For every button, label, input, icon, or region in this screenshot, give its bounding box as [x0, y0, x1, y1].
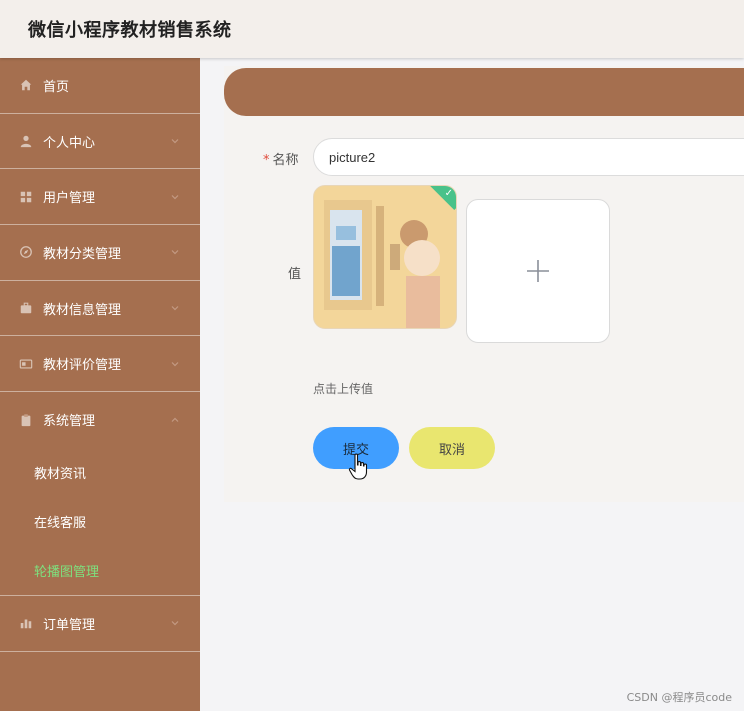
sidebar-item-label: 教材评价管理 — [43, 358, 122, 374]
sidebar-item-label: 系统管理 — [43, 414, 96, 430]
sidebar-item-label: 用户管理 — [43, 191, 96, 207]
sidebar-item-label: 教材信息管理 — [43, 302, 122, 318]
uploaded-image — [314, 186, 456, 328]
sidebar-item-user-management[interactable]: 用户管理 — [0, 169, 200, 226]
hand-cursor-icon — [348, 453, 368, 480]
compass-icon — [18, 244, 34, 260]
home-icon — [18, 77, 34, 93]
sidebar-item-order-management[interactable]: 订单管理 — [0, 596, 200, 652]
briefcase-icon — [18, 300, 34, 316]
check-icon: ✓ — [444, 188, 453, 199]
upload-tip: 点击上传值 — [313, 382, 374, 396]
sidebar-item-textbook-info[interactable]: 教材信息管理 — [0, 281, 200, 337]
chevron-down-icon — [171, 139, 179, 144]
sidebar-subitem-online-service[interactable]: 在线客服 — [0, 497, 200, 546]
name-label: * 名称 — [263, 149, 299, 168]
sidebar-item-label: 教材分类管理 — [43, 246, 122, 262]
sidebar-item-review-management[interactable]: 教材评价管理 — [0, 336, 200, 393]
sidebar-item-label: 个人中心 — [43, 135, 96, 151]
value-label: 值 — [288, 267, 302, 282]
sidebar-item-system-management[interactable]: 系统管理 — [0, 392, 200, 448]
watermark: CSDN @程序员code — [626, 691, 732, 704]
main-content: *名称 值 ✓ 点击上传值 提交 取消 CSDN @程序员code — [200, 58, 744, 711]
card-icon — [18, 356, 34, 372]
upload-add-button[interactable] — [466, 199, 610, 343]
clipboard-icon — [18, 412, 34, 428]
name-input[interactable] — [313, 138, 744, 176]
sidebar-subitem-textbook-news[interactable]: 教材资讯 — [0, 448, 200, 497]
required-mark: * — [263, 153, 270, 168]
chevron-up-icon — [171, 417, 179, 422]
chevron-down-icon — [171, 361, 179, 367]
sidebar-item-home[interactable]: 首页 — [0, 58, 200, 114]
sidebar-subitem-carousel-management[interactable]: 轮播图管理 — [0, 546, 200, 595]
system-management-group: 系统管理 教材资讯 在线客服 轮播图管理 — [0, 392, 200, 596]
cancel-button[interactable]: 取消 — [409, 427, 495, 469]
uploaded-image-thumbnail[interactable]: ✓ — [313, 185, 457, 329]
sidebar: 首页 个人中心 用户管理 教材分类管理 教材信息管理 教材评价管理 系统管理 教… — [0, 58, 200, 711]
plus-icon — [527, 260, 549, 282]
chevron-down-icon — [171, 621, 179, 626]
bar-chart-icon — [18, 615, 34, 631]
chevron-down-icon — [171, 250, 179, 255]
sidebar-item-label: 订单管理 — [43, 617, 96, 633]
user-icon — [18, 133, 34, 149]
chevron-down-icon — [171, 306, 179, 311]
name-label-text: 名称 — [272, 153, 299, 168]
sidebar-item-personal-center[interactable]: 个人中心 — [0, 114, 200, 170]
app-title: 微信小程序教材销售系统 — [28, 20, 232, 41]
chevron-down-icon — [171, 194, 179, 200]
breadcrumb-banner — [224, 68, 744, 116]
sidebar-item-label: 首页 — [43, 79, 70, 95]
grid-icon — [18, 189, 34, 205]
sidebar-item-category-management[interactable]: 教材分类管理 — [0, 225, 200, 281]
app-header: 微信小程序教材销售系统 — [0, 0, 744, 58]
